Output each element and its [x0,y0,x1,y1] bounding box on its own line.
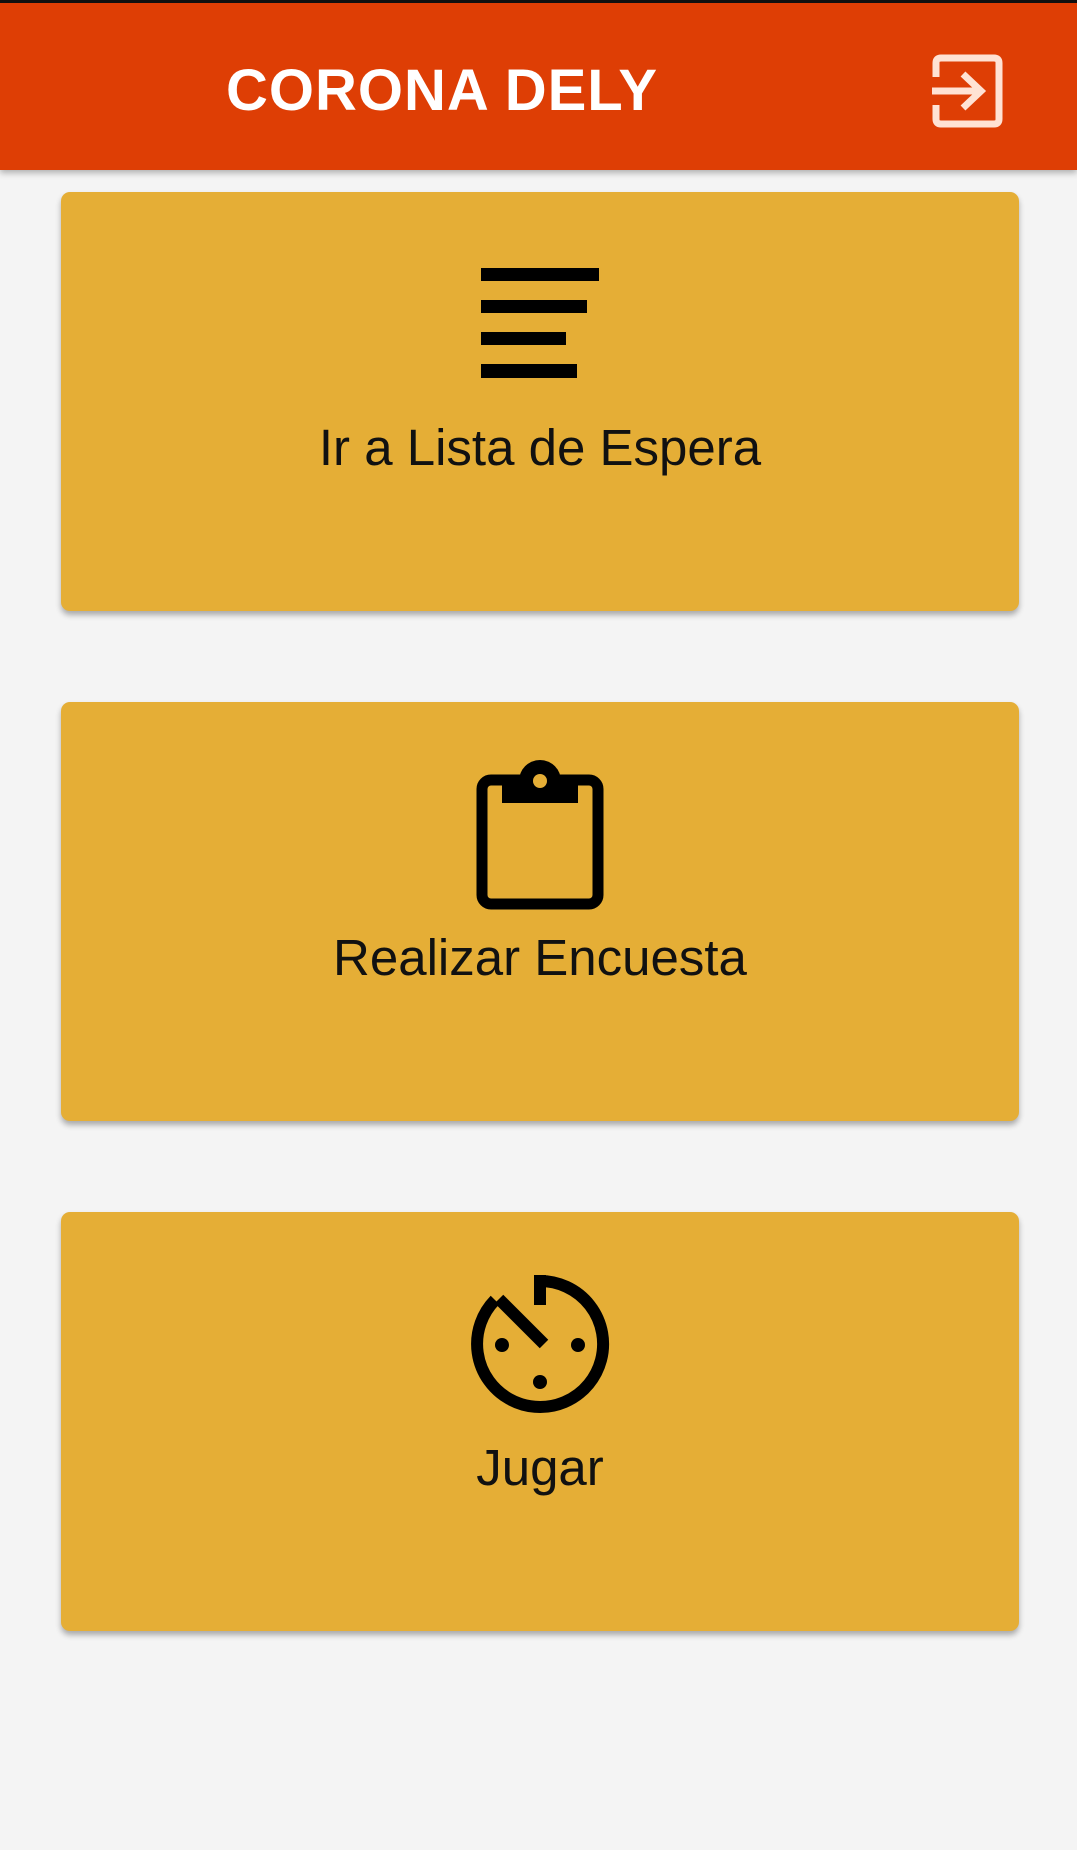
card-icon-wrapper [61,268,1019,380]
clipboard-icon [476,760,604,910]
card-icon-wrapper [61,1274,1019,1414]
logout-button[interactable] [926,51,1006,131]
card-icon-wrapper [61,760,1019,910]
play-card-label: Jugar [476,1439,604,1496]
login-arrow-box-icon [932,54,1003,128]
sort-lines-icon [481,268,599,378]
app-title: CORONA DELY [226,58,659,123]
game-timer-icon [471,1275,610,1413]
waitlist-card[interactable]: Ir a Lista de Espera [61,192,1019,611]
waitlist-card-label: Ir a Lista de Espera [318,419,762,476]
app-bar: CORONA DELY [0,3,1077,170]
play-card[interactable]: Jugar [61,1212,1019,1631]
survey-card[interactable]: Realizar Encuesta [61,702,1019,1121]
survey-card-label: Realizar Encuesta [333,929,747,986]
